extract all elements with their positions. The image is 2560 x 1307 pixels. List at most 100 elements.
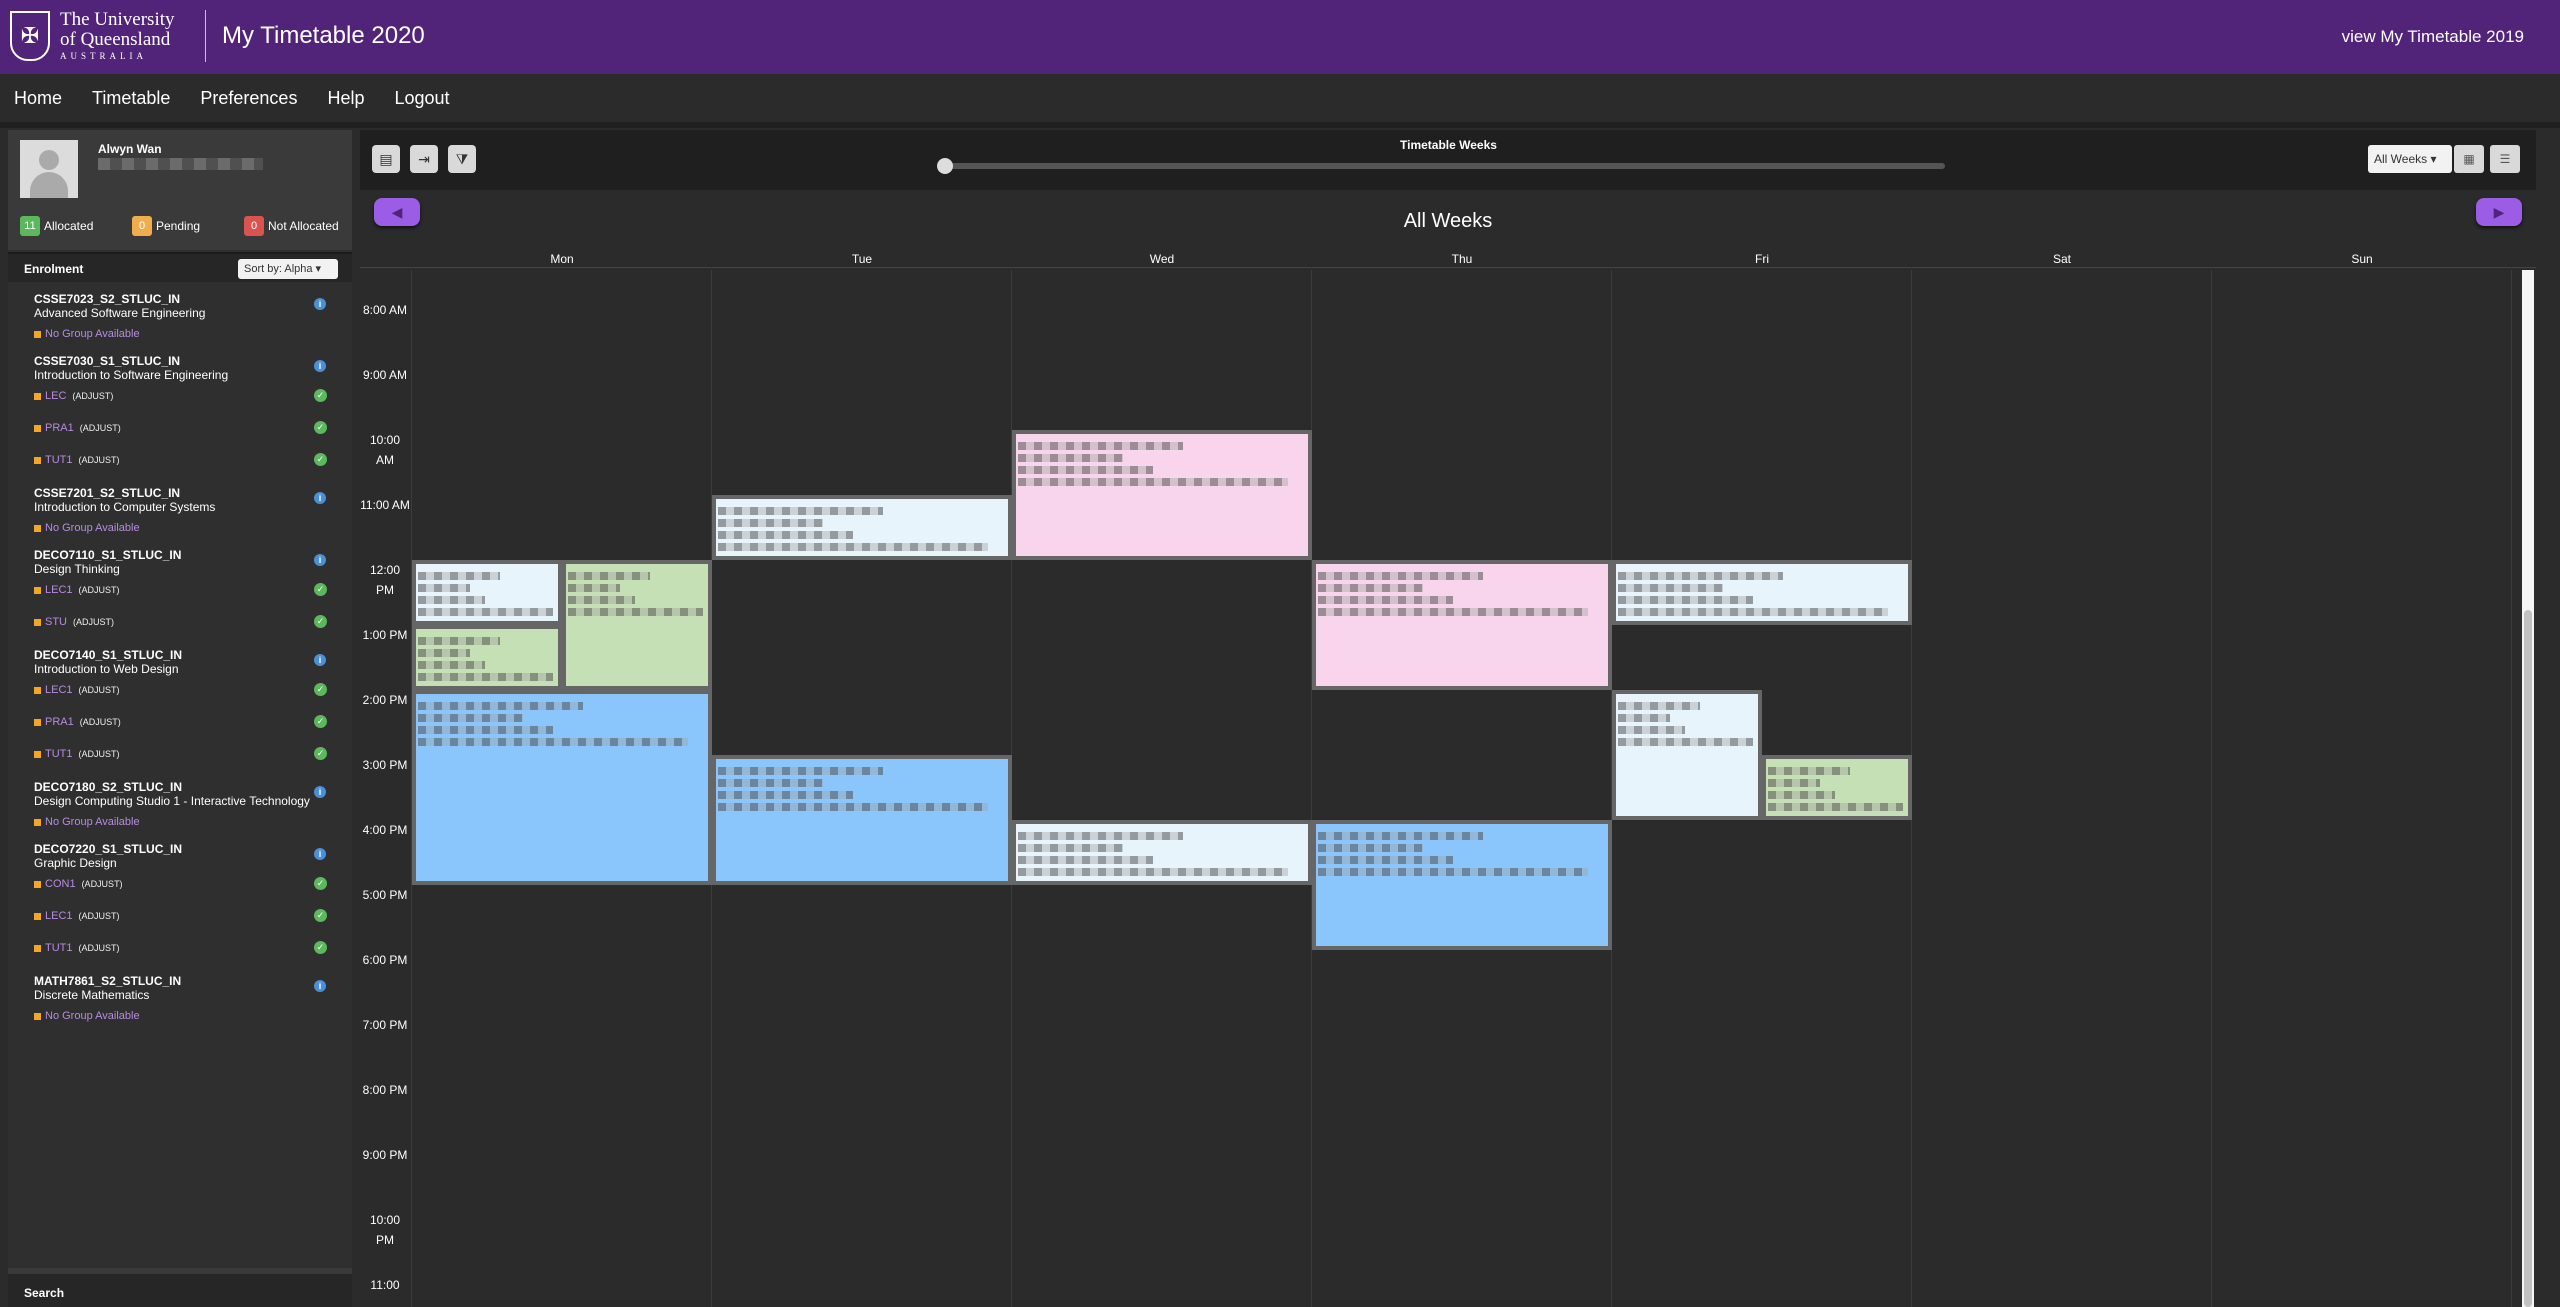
redacted-event-text <box>418 608 553 616</box>
weeks-slider[interactable] <box>937 158 1945 174</box>
nav-preferences[interactable]: Preferences <box>200 88 297 109</box>
group-name[interactable]: TUT1 <box>45 748 73 760</box>
day-column[interactable] <box>2212 270 2512 1307</box>
group-name[interactable]: STU <box>45 616 67 628</box>
day-column[interactable] <box>1012 270 1312 1307</box>
nav-help[interactable]: Help <box>327 88 364 109</box>
class-event[interactable] <box>1612 560 1912 625</box>
class-event[interactable] <box>562 560 712 690</box>
class-event[interactable] <box>1312 560 1612 690</box>
class-event[interactable] <box>712 755 1012 885</box>
info-icon[interactable]: i <box>314 492 326 504</box>
nav-timetable[interactable]: Timetable <box>92 88 170 109</box>
redacted-event-text <box>718 507 883 515</box>
group-name[interactable]: PRA1 <box>45 422 74 434</box>
class-event[interactable] <box>412 690 712 885</box>
course-item[interactable]: MATH7861_S2_STLUC_IN Discrete Mathematics <box>34 974 181 1002</box>
allocated-check-icon: ✓ <box>314 453 327 466</box>
info-icon[interactable]: i <box>314 980 326 992</box>
course-name: Design Computing Studio 1 - Interactive … <box>34 794 310 808</box>
export-button[interactable]: ⇥ <box>410 145 438 173</box>
group-item[interactable]: STU (ADJUST) <box>34 616 114 628</box>
day-column[interactable] <box>1912 270 2212 1307</box>
info-icon[interactable]: i <box>314 848 326 860</box>
group-name[interactable]: TUT1 <box>45 942 73 954</box>
course-item[interactable]: DECO7140_S1_STLUC_IN Introduction to Web … <box>34 648 182 676</box>
group-item[interactable]: PRA1 (ADJUST) <box>34 422 121 434</box>
time-label: 9:00 PM <box>362 1148 408 1162</box>
group-item[interactable]: CON1 (ADJUST) <box>34 878 123 890</box>
info-icon[interactable]: i <box>314 360 326 372</box>
adjust-link[interactable]: (ADJUST) <box>79 585 120 595</box>
group-item[interactable]: LEC (ADJUST) <box>34 390 113 402</box>
list-view-button[interactable]: ☰ <box>2490 145 2520 173</box>
group-name[interactable]: LEC1 <box>45 684 73 696</box>
uq-logo[interactable]: ✠ The University of Queensland AUSTRALIA <box>10 8 175 64</box>
info-icon[interactable]: i <box>314 554 326 566</box>
redacted-event-text <box>418 661 485 669</box>
class-event[interactable] <box>1012 430 1312 560</box>
course-code: MATH7861_S2_STLUC_IN <box>34 974 182 988</box>
arrow-right-icon: ▶ <box>2493 204 2505 220</box>
group-item[interactable]: PRA1 (ADJUST) <box>34 716 121 728</box>
group-name[interactable]: LEC1 <box>45 584 73 596</box>
search-panel[interactable]: Search <box>8 1268 352 1307</box>
group-name[interactable]: LEC <box>45 390 66 402</box>
redacted-event-text <box>1618 596 1753 604</box>
class-event[interactable] <box>712 495 1012 560</box>
adjust-link[interactable]: (ADJUST) <box>80 717 121 727</box>
adjust-link[interactable]: (ADJUST) <box>80 423 121 433</box>
nav-home[interactable]: Home <box>14 88 62 109</box>
adjust-link[interactable]: (ADJUST) <box>79 455 120 465</box>
class-event[interactable] <box>1612 690 1762 820</box>
adjust-link[interactable]: (ADJUST) <box>82 879 123 889</box>
group-item[interactable]: TUT1 (ADJUST) <box>34 748 120 760</box>
next-week-button[interactable]: ▶ <box>2476 198 2522 226</box>
print-button[interactable]: ▤ <box>372 145 400 173</box>
adjust-link[interactable]: (ADJUST) <box>79 911 120 921</box>
class-event[interactable] <box>1012 820 1312 885</box>
group-item[interactable]: TUT1 (ADJUST) <box>34 942 120 954</box>
grid-view-button[interactable]: ▦ <box>2454 145 2484 173</box>
filter-button[interactable]: ⧩ <box>448 145 476 173</box>
sort-select[interactable]: Sort by: Alpha ▾ <box>238 259 338 279</box>
group-marker-icon <box>34 330 41 338</box>
adjust-link[interactable]: (ADJUST) <box>72 391 113 401</box>
group-item[interactable]: LEC1 (ADJUST) <box>34 584 120 596</box>
nav-logout[interactable]: Logout <box>394 88 449 109</box>
class-event[interactable] <box>412 625 562 690</box>
day-column[interactable] <box>1312 270 1612 1307</box>
time-label: 6:00 PM <box>362 953 408 967</box>
info-icon[interactable]: i <box>314 298 326 310</box>
adjust-link[interactable]: (ADJUST) <box>73 617 114 627</box>
class-event[interactable] <box>412 560 562 625</box>
time-label: 12:00 PM <box>369 563 401 597</box>
adjust-link[interactable]: (ADJUST) <box>79 685 120 695</box>
group-marker-icon <box>34 686 41 694</box>
group-name[interactable]: LEC1 <box>45 910 73 922</box>
info-icon[interactable]: i <box>314 786 326 798</box>
adjust-link[interactable]: (ADJUST) <box>79 749 120 759</box>
course-item[interactable]: DECO7110_S1_STLUC_IN Design Thinking <box>34 548 181 576</box>
slider-handle[interactable] <box>937 158 953 174</box>
course-item[interactable]: DECO7220_S1_STLUC_IN Graphic Design <box>34 842 182 870</box>
info-icon[interactable]: i <box>314 654 326 666</box>
course-item[interactable]: CSSE7030_S1_STLUC_IN Introduction to Soft… <box>34 354 228 382</box>
course-item[interactable]: DECO7180_S2_STLUC_IN Design Computing Stu… <box>34 780 310 808</box>
adjust-link[interactable]: (ADJUST) <box>79 943 120 953</box>
timetable-scrollbar[interactable] <box>2522 270 2534 1307</box>
scrollbar-thumb[interactable] <box>2524 610 2532 1307</box>
course-item[interactable]: CSSE7023_S2_STLUC_IN Advanced Software En… <box>34 292 205 320</box>
class-event[interactable] <box>1312 820 1612 950</box>
allocated-check-icon: ✓ <box>314 389 327 402</box>
course-item[interactable]: CSSE7201_S2_STLUC_IN Introduction to Comp… <box>34 486 215 514</box>
group-item[interactable]: LEC1 (ADJUST) <box>34 684 120 696</box>
previous-timetable-link[interactable]: view My Timetable 2019 <box>2342 27 2524 47</box>
group-name[interactable]: PRA1 <box>45 716 74 728</box>
group-name[interactable]: TUT1 <box>45 454 73 466</box>
group-name[interactable]: CON1 <box>45 878 76 890</box>
group-item[interactable]: LEC1 (ADJUST) <box>34 910 120 922</box>
week-select[interactable]: All Weeks ▾ <box>2368 145 2452 173</box>
group-item[interactable]: TUT1 (ADJUST) <box>34 454 120 466</box>
class-event[interactable] <box>1762 755 1912 820</box>
